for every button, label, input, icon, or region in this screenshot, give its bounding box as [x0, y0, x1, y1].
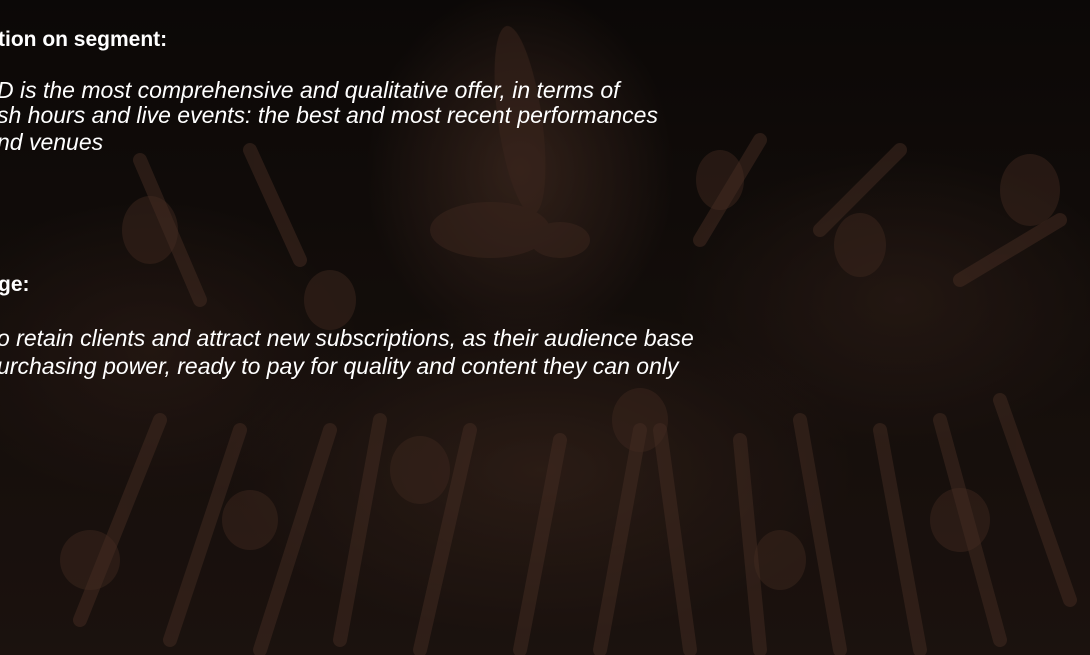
section2-line-2: urchasing power, ready to pay for qualit…	[0, 353, 679, 379]
section1-line-2: sh hours and live events: the best and m…	[0, 102, 658, 128]
section-heading-segment: tion on segment:	[0, 28, 168, 51]
slide: tion on segment: D is the most comprehen…	[0, 0, 1090, 655]
text-layer: tion on segment: D is the most comprehen…	[0, 0, 1090, 655]
section1-line-1: D is the most comprehensive and qualitat…	[0, 77, 620, 103]
section2-line-1: o retain clients and attract new subscri…	[0, 325, 694, 351]
section-heading-challenge: ge:	[0, 273, 30, 296]
section1-line-3: nd venues	[0, 129, 104, 155]
